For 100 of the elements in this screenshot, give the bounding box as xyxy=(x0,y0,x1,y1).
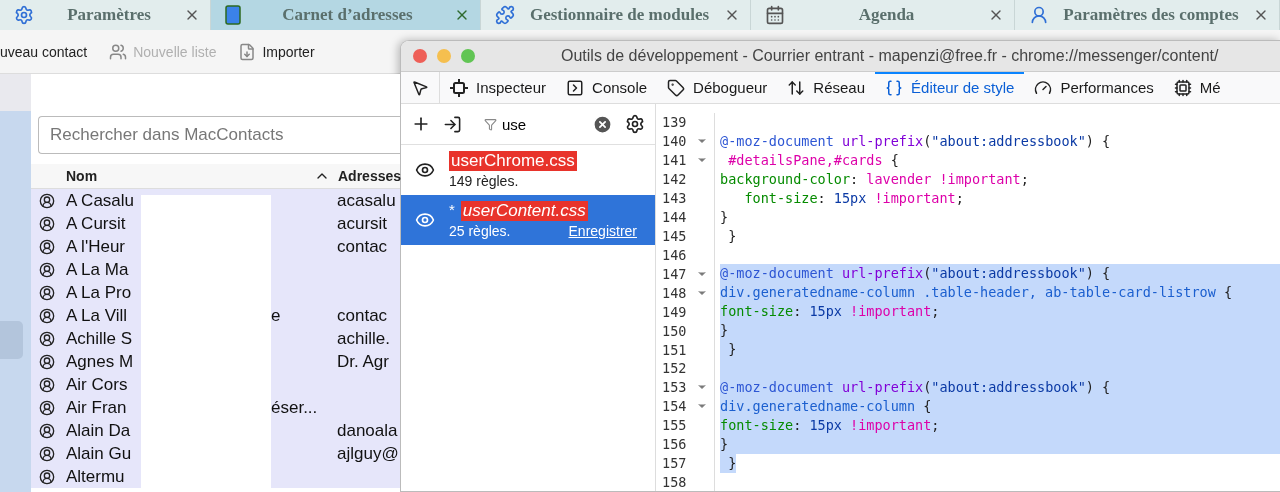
code-line: font-size: 15px !important; xyxy=(743,188,965,208)
email-cell-text: contac xyxy=(337,305,389,326)
gear-icon xyxy=(14,5,34,25)
contact-name: Alain Da xyxy=(66,420,132,441)
contact-name: Agnes M xyxy=(66,351,135,372)
contact-name: Alain Gu xyxy=(66,443,133,464)
window-title: Outils de développement - Courrier entrant - mapenzi@free.fr - chrome://messenger/content/ xyxy=(561,47,1219,65)
line-number: 154 xyxy=(662,398,687,414)
line-number: 143 xyxy=(662,190,687,206)
braces-icon xyxy=(885,78,904,97)
line-number: 151 xyxy=(662,341,687,358)
import-icon xyxy=(238,42,257,61)
code-line: } xyxy=(720,207,730,227)
contact-icon xyxy=(39,307,55,324)
line-number: 141 xyxy=(662,152,687,168)
code-line: } xyxy=(727,226,738,246)
devtools-tab[interactable]: Console xyxy=(556,72,658,103)
puzzle-icon xyxy=(495,5,515,25)
contact-icon xyxy=(39,215,55,232)
tab[interactable]: Carnet d’adresses xyxy=(211,0,481,30)
contact-icon xyxy=(39,192,55,209)
code-line: #detailsPane,#cards { xyxy=(727,150,900,170)
line-number: 148 xyxy=(662,284,687,301)
contact-icon xyxy=(39,238,55,255)
contact-name: A Cursit xyxy=(66,213,127,234)
user-icon xyxy=(1029,5,1049,25)
contact-name: Air Cors xyxy=(66,374,129,395)
line-number: 153 xyxy=(662,379,687,395)
devtools-tab[interactable]: Inspecteur xyxy=(440,72,557,103)
filter-icon xyxy=(484,117,497,131)
line-number: 149 xyxy=(662,303,687,320)
contact-name: A La Pro xyxy=(66,282,133,303)
chip-icon xyxy=(1173,78,1192,97)
devtools-tab[interactable]: Réseau xyxy=(777,72,876,103)
contact-name: A La Vill xyxy=(66,305,129,326)
stylesheet-name: userChrome.css xyxy=(449,151,577,171)
toolbar-button[interactable]: uveau contact xyxy=(0,43,88,60)
contact-icon xyxy=(39,376,55,393)
code-line: @-moz-document url-prefix("about:addressbook") { xyxy=(720,131,1112,151)
contact-icon xyxy=(39,330,55,347)
contact-icon xyxy=(39,261,55,278)
inspector-icon xyxy=(450,78,468,97)
devtools-tab[interactable]: Mé xyxy=(1163,72,1231,103)
email-cell-text: acursit xyxy=(337,213,389,234)
line-number: 142 xyxy=(662,171,687,187)
import-icon[interactable] xyxy=(443,114,462,134)
devtools-tab[interactable]: Performances xyxy=(1024,72,1164,103)
tag-icon xyxy=(667,78,686,97)
network-icon xyxy=(787,78,806,97)
email-cell: danoala xyxy=(337,420,399,441)
rule-count: 25 règles. xyxy=(449,223,511,239)
console-icon xyxy=(566,78,585,97)
picker-icon xyxy=(411,78,429,97)
close-button[interactable] xyxy=(413,49,427,63)
line-number: 145 xyxy=(662,228,687,244)
email-cell-text: acasalu xyxy=(337,190,397,211)
line-number: 144 xyxy=(662,209,687,225)
line-number: 157 xyxy=(662,455,687,471)
line-number: 139 xyxy=(662,114,687,131)
address-book-icon xyxy=(225,5,241,25)
line-number: 150 xyxy=(662,322,687,339)
contact-name: Achille S xyxy=(66,328,134,349)
line-number: 152 xyxy=(662,360,687,377)
column-header[interactable]: Adresses xyxy=(338,168,400,184)
contact-name: Air Fran xyxy=(66,397,128,418)
people-icon xyxy=(109,42,128,61)
email-cell-text: Dr. Agr xyxy=(337,351,390,372)
contact-name: e xyxy=(271,305,282,326)
contact-name: A La Ma xyxy=(66,259,130,280)
line-number: 146 xyxy=(662,246,687,263)
contact-icon xyxy=(39,353,55,370)
toolbar-button[interactable]: Importer xyxy=(238,42,315,61)
email-cell: ajlguy@ xyxy=(337,443,399,464)
clear-icon[interactable] xyxy=(592,113,613,135)
contact-icon xyxy=(39,284,55,301)
email-cell-text: achille. xyxy=(337,328,391,349)
calendar-icon xyxy=(765,5,785,25)
line-number: 155 xyxy=(662,417,687,433)
search-field[interactable]: Rechercher dans MacContacts xyxy=(38,116,400,154)
line-number: 147 xyxy=(662,265,687,282)
devtools-tab[interactable]: Débogueur xyxy=(657,72,778,103)
settings-icon[interactable] xyxy=(625,114,645,134)
save-link[interactable]: Enregistrer xyxy=(568,223,637,239)
code-line: } xyxy=(720,453,1280,473)
contact-icon xyxy=(39,422,55,439)
contact-name: Altermu xyxy=(66,466,126,487)
contact-icon xyxy=(39,468,55,485)
stylesheet-item[interactable]: * userContent.css 25 règles. Enregistrer xyxy=(401,195,655,245)
line-number: 140 xyxy=(662,133,687,149)
line-number: 158 xyxy=(662,473,687,490)
contact-icon xyxy=(39,399,55,416)
unsaved-mark: * xyxy=(449,201,455,220)
contact-icon xyxy=(39,445,55,462)
email-cell-text: contac xyxy=(337,236,389,257)
filter-field[interactable]: use xyxy=(484,115,580,133)
code-line: background-color: lavender !important; xyxy=(720,169,1030,189)
contact-name: A l'Heur xyxy=(66,236,126,257)
eye-icon[interactable] xyxy=(415,160,435,180)
devtools-tab[interactable]: Éditeur de style xyxy=(875,72,1025,103)
line-number: 156 xyxy=(662,436,687,452)
